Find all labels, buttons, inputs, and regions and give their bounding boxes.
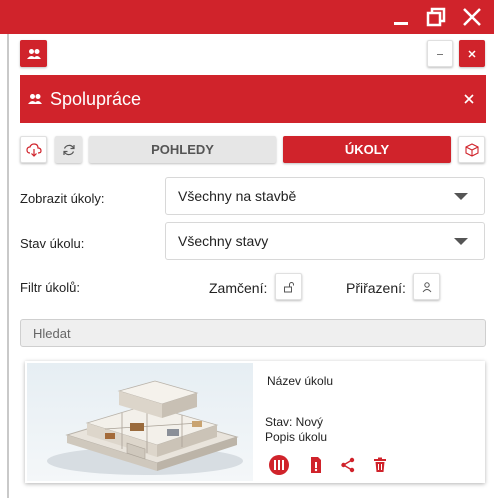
task-share-button[interactable] (338, 455, 358, 475)
model-view-button[interactable] (458, 136, 485, 163)
users-icon (26, 48, 41, 59)
task-status: Stav: Nový (265, 415, 324, 429)
close-icon (463, 8, 481, 26)
task-name: Název úkolu (267, 374, 334, 388)
app-titlebar (0, 0, 494, 34)
show-tasks-label: Zobrazit úkoly: (20, 191, 105, 206)
trash-icon (374, 457, 386, 472)
task-card[interactable]: Název úkolu Stav: Nový Popis úkolu (25, 361, 485, 483)
minimize-button[interactable] (386, 4, 416, 30)
unlock-icon (283, 281, 294, 292)
task-status-select[interactable]: Všechny stavy (165, 222, 485, 260)
assign-filter-button[interactable] (413, 273, 440, 300)
user-icon (422, 281, 431, 292)
task-thumbnail (27, 363, 253, 481)
chevron-down-icon (454, 238, 468, 245)
minimize-icon (394, 22, 408, 25)
download-button[interactable] (20, 136, 47, 163)
panel-minimize-button[interactable] (427, 40, 453, 67)
task-status-value: Všechny stavy (178, 233, 269, 249)
panel-header: Spolupráce (20, 75, 486, 123)
task-columns-button[interactable] (268, 454, 290, 476)
house-model-image (47, 380, 243, 475)
lock-filter-button[interactable] (275, 273, 302, 300)
close-window-button[interactable] (457, 4, 487, 30)
panel-title: Spolupráce (50, 88, 142, 109)
task-description: Popis úkolu (265, 430, 328, 444)
share-icon (341, 457, 355, 473)
file-pdf-icon (311, 457, 321, 473)
task-delete-button[interactable] (370, 455, 390, 475)
panel-close-button[interactable] (459, 40, 485, 67)
show-tasks-select[interactable]: Všechny na stavbě (165, 177, 485, 215)
restore-icon (426, 7, 446, 27)
users-icon (28, 94, 42, 104)
task-pdf-button[interactable] (306, 455, 326, 475)
search-input[interactable] (20, 319, 486, 347)
columns-icon (269, 455, 289, 475)
refresh-icon (62, 144, 75, 155)
header-close-button[interactable] (464, 91, 474, 109)
lock-filter-label: Zamčení: (209, 280, 268, 296)
show-tasks-value: Všechny na stavbě (178, 188, 297, 204)
close-icon (464, 94, 474, 104)
refresh-button[interactable] (55, 136, 82, 163)
task-filter-label: Filtr úkolů: (20, 280, 80, 295)
chevron-down-icon (454, 193, 468, 200)
tab-pohledy[interactable]: POHLEDY (89, 136, 276, 163)
restore-button[interactable] (421, 4, 451, 30)
cube-icon (464, 142, 479, 157)
collaboration-toggle-button[interactable] (20, 40, 47, 67)
tab-ukoly[interactable]: ÚKOLY (283, 136, 451, 163)
panel-divider (7, 34, 9, 498)
task-status-label: Stav úkolu: (20, 236, 85, 251)
assign-filter-label: Přiřazení: (346, 280, 406, 296)
cloud-download-icon (25, 142, 42, 157)
close-icon (468, 49, 476, 58)
minus-icon (437, 53, 443, 55)
